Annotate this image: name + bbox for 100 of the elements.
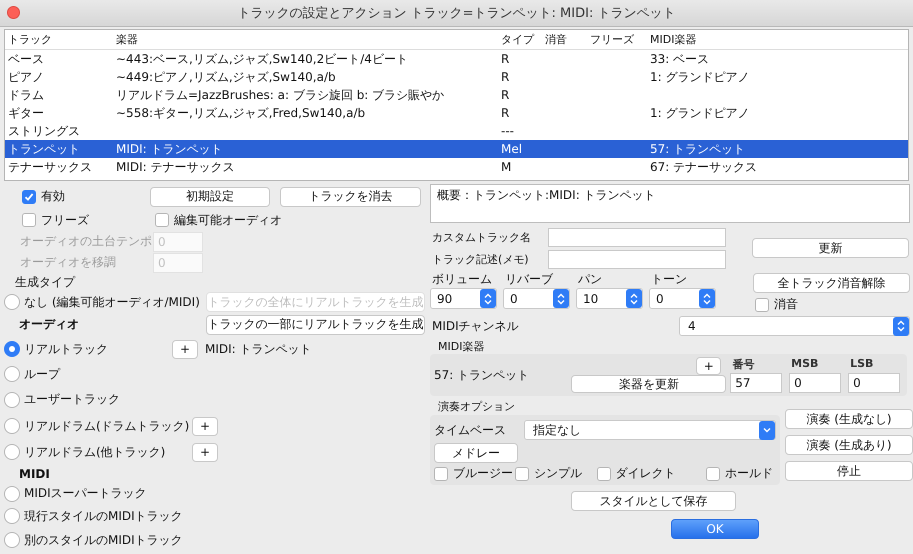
add-button[interactable]: +: [192, 416, 218, 436]
table-cell: 1: グランドピアノ: [650, 70, 750, 84]
table-row[interactable]: テナーサックス MIDI: テナーサックス M 67: テナーサックス: [5, 158, 908, 176]
spin-box[interactable]: 90: [430, 288, 497, 309]
column-header[interactable]: タイプ: [501, 32, 545, 47]
update-instrument-button[interactable]: 楽器を更新: [571, 375, 726, 393]
checkbox-label: ホールド: [725, 465, 774, 482]
radio-button[interactable]: [4, 444, 20, 460]
checkbox[interactable]: [706, 466, 720, 480]
generate-button[interactable]: トラックの一部にリアルトラックを生成: [206, 314, 425, 334]
radio-button[interactable]: [4, 486, 20, 502]
radio-label: ループ: [24, 366, 60, 382]
checkbox[interactable]: [755, 298, 769, 312]
checkbox[interactable]: [155, 213, 169, 227]
input-field[interactable]: [548, 228, 726, 246]
table-cell: ギター: [8, 106, 44, 120]
control-label: ボリューム: [432, 271, 492, 288]
column-header[interactable]: 消音: [545, 32, 590, 47]
clear-track-button[interactable]: トラックを消去: [280, 186, 421, 206]
section-heading: MIDI: [19, 467, 50, 481]
checkbox[interactable]: [514, 466, 529, 480]
section-heading: オーディオ: [19, 316, 79, 333]
radio-button[interactable]: [4, 392, 20, 408]
group-title: MIDI楽器: [438, 338, 484, 354]
column-header[interactable]: 楽器: [116, 32, 501, 47]
table-cell: リアルドラム=JazzBrushes: a: ブラシ旋回 b: ブラシ賑やか: [116, 88, 444, 102]
add-button[interactable]: +: [192, 442, 218, 462]
table-cell: R: [501, 106, 510, 120]
radio-label: 現行スタイルのMIDIトラック: [24, 508, 183, 524]
save-style-button[interactable]: スタイルとして保存: [571, 491, 736, 511]
checkbox[interactable]: [596, 466, 611, 480]
table-cell: ドラム: [8, 88, 44, 102]
input-field[interactable]: 0: [848, 373, 900, 393]
field-label: トラック記述(メモ): [431, 252, 530, 266]
spin-box[interactable]: 10: [576, 288, 643, 309]
radio-button[interactable]: [4, 508, 20, 524]
unmute-all-button[interactable]: 全トラック消音解除: [753, 273, 910, 293]
add-button[interactable]: +: [172, 340, 198, 358]
table-row[interactable]: ドラム リアルドラム=JazzBrushes: a: ブラシ旋回 b: ブラシ賑やか R: [5, 86, 908, 104]
input-field[interactable]: [548, 250, 726, 268]
checkbox[interactable]: [434, 466, 448, 480]
checkbox-label: 編集可能オーディオ: [174, 212, 282, 228]
field-label: 番号: [732, 358, 754, 371]
radio-button[interactable]: [4, 532, 20, 548]
section-label: 生成タイプ: [15, 274, 75, 290]
radio-label: リアルドラム(ドラムトラック): [24, 418, 190, 434]
default-button[interactable]: 初期設定: [150, 186, 270, 206]
checkbox-label: ブルージー: [453, 465, 513, 482]
column-header[interactable]: トラック: [5, 32, 116, 47]
radio-button[interactable]: [4, 366, 20, 382]
input-field[interactable]: 57: [730, 373, 782, 393]
medley-button[interactable]: メドレー: [434, 443, 518, 463]
table-cell: ~449:ピアノ,リズム,ジャズ,Sw140,a/b: [116, 70, 336, 84]
checkbox[interactable]: [22, 213, 36, 227]
channel-dropdown[interactable]: 4: [679, 316, 910, 336]
checkbox-label: 消音: [774, 296, 798, 313]
stepper-icon[interactable]: [480, 289, 496, 308]
column-header[interactable]: MIDI楽器: [650, 32, 908, 47]
field-label: MIDIチャンネル: [431, 318, 519, 334]
radio-button[interactable]: [4, 294, 20, 310]
add-button[interactable]: +: [696, 357, 722, 375]
spin-box[interactable]: 0: [503, 288, 570, 309]
table-row[interactable]: ベース ~443:ベース,リズム,ジャズ,Sw140,2ビート/4ビート R 33: ベース: [5, 50, 908, 68]
column-header[interactable]: フリーズ: [590, 32, 650, 47]
radio-label: MIDIスーパートラック: [24, 485, 147, 502]
stepper-icon[interactable]: [553, 289, 569, 308]
spin-box[interactable]: 0: [649, 288, 716, 309]
table-row[interactable]: ストリングス ---: [5, 122, 908, 140]
timebase-dropdown[interactable]: 指定なし: [524, 420, 776, 440]
radio-label: なし (編集可能オーディオ/MIDI): [24, 294, 200, 310]
radio-label: 別のスタイルのMIDIトラック: [24, 532, 183, 548]
stepper-icon[interactable]: [893, 316, 909, 336]
table-cell: M: [501, 160, 512, 174]
chevron-icon[interactable]: [759, 420, 775, 440]
instrument-note: MIDI: トランペット: [205, 340, 312, 358]
table-row[interactable]: トランペット MIDI: トランペット Mel 57: トランペット: [5, 140, 908, 158]
radio-label: リアルドラム(他トラック): [24, 444, 166, 460]
play-button[interactable]: 演奏 (生成なし): [785, 409, 913, 429]
play-button[interactable]: 停止: [785, 461, 913, 481]
update-button[interactable]: 更新: [752, 238, 909, 258]
table-row[interactable]: ギター ~558:ギター,リズム,ジャズ,Fred,Sw140,a/b R 1: グランドピアノ: [5, 104, 908, 122]
checkbox-label: フリーズ: [41, 212, 89, 228]
table-row[interactable]: ピアノ ~449:ピアノ,リズム,ジャズ,Sw140,a/b R 1: グランドピアノ: [5, 68, 908, 86]
input-field[interactable]: 0: [789, 373, 842, 393]
table-cell: R: [501, 70, 510, 84]
checkbox-label: 有効: [41, 188, 65, 205]
radio-button[interactable]: [4, 341, 20, 357]
radio-label: ユーザートラック: [24, 391, 120, 408]
stepper-icon[interactable]: [626, 289, 642, 308]
table-cell: ~558:ギター,リズム,ジャズ,Fred,Sw140,a/b: [116, 106, 366, 120]
stepper-icon[interactable]: [699, 289, 715, 308]
table-cell: トランペット: [8, 142, 80, 156]
table-cell: 67: テナーサックス: [650, 160, 758, 174]
close-button[interactable]: [7, 6, 20, 19]
table-cell: 33: ベース: [650, 52, 710, 66]
checkbox[interactable]: [22, 190, 36, 204]
table-cell: Mel: [501, 142, 522, 156]
radio-button[interactable]: [4, 418, 20, 434]
field-label: オーディオを移調: [20, 254, 117, 271]
play-button[interactable]: 演奏 (生成あり): [785, 435, 913, 455]
